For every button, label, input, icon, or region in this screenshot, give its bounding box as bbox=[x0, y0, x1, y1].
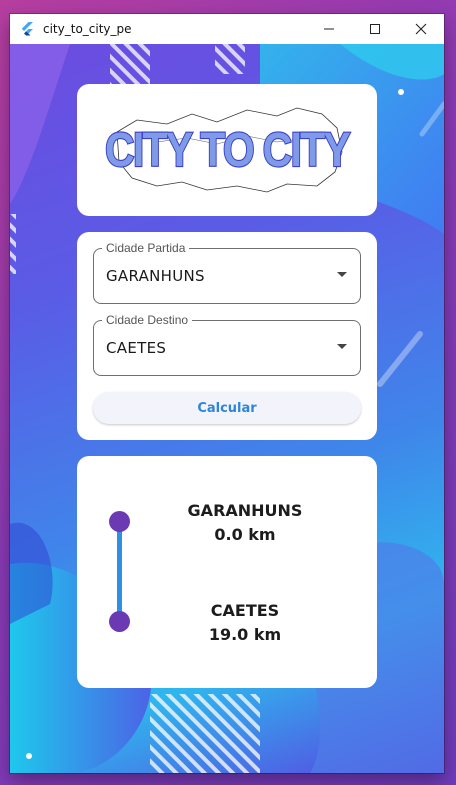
origin-city-label: Cidade Partida bbox=[102, 241, 190, 255]
logo-card: CITY TO CITY bbox=[77, 84, 377, 216]
window-controls bbox=[306, 14, 444, 44]
route-stop-destination: CAETES 19.0 km bbox=[145, 599, 345, 647]
minimize-icon bbox=[324, 28, 334, 30]
title-bar[interactable]: city_to_city_pe bbox=[10, 14, 444, 44]
city-to-city-logo: CITY TO CITY bbox=[104, 107, 354, 193]
stop-name: CAETES bbox=[210, 601, 280, 620]
route-start-dot bbox=[109, 511, 130, 532]
app-content: CITY TO CITY Cidade Partida GARANHUNS Ci… bbox=[10, 44, 444, 773]
maximize-icon bbox=[370, 24, 380, 34]
window-title: city_to_city_pe bbox=[43, 22, 132, 36]
route-line bbox=[117, 522, 122, 622]
chevron-down-icon bbox=[337, 344, 347, 349]
route-result-card: GARANHUNS 0.0 km CAETES 19.0 km bbox=[77, 456, 377, 688]
origin-city-value: GARANHUNS bbox=[106, 267, 205, 285]
stop-name: GARANHUNS bbox=[187, 501, 303, 520]
close-button[interactable] bbox=[398, 14, 444, 44]
calculate-button[interactable]: Calcular bbox=[93, 392, 361, 424]
destination-city-label: Cidade Destino bbox=[102, 313, 193, 327]
route-form-card: Cidade Partida GARANHUNS Cidade Destino … bbox=[77, 232, 377, 440]
route-end-dot bbox=[109, 611, 130, 632]
stop-distance: 0.0 km bbox=[214, 525, 276, 544]
svg-text:CITY TO CITY: CITY TO CITY bbox=[105, 124, 351, 177]
destination-city-dropdown[interactable]: Cidade Destino CAETES bbox=[93, 313, 361, 376]
close-icon bbox=[415, 23, 427, 35]
destination-city-value: CAETES bbox=[106, 339, 167, 357]
flutter-icon bbox=[21, 22, 33, 36]
chevron-down-icon bbox=[337, 272, 347, 277]
route-stop-origin: GARANHUNS 0.0 km bbox=[145, 499, 345, 547]
origin-city-dropdown[interactable]: Cidade Partida GARANHUNS bbox=[93, 241, 361, 304]
app-window: city_to_city_pe CITY TO CITY Cidade Part… bbox=[10, 14, 444, 773]
stop-distance: 19.0 km bbox=[208, 625, 282, 644]
maximize-button[interactable] bbox=[352, 14, 398, 44]
minimize-button[interactable] bbox=[306, 14, 352, 44]
